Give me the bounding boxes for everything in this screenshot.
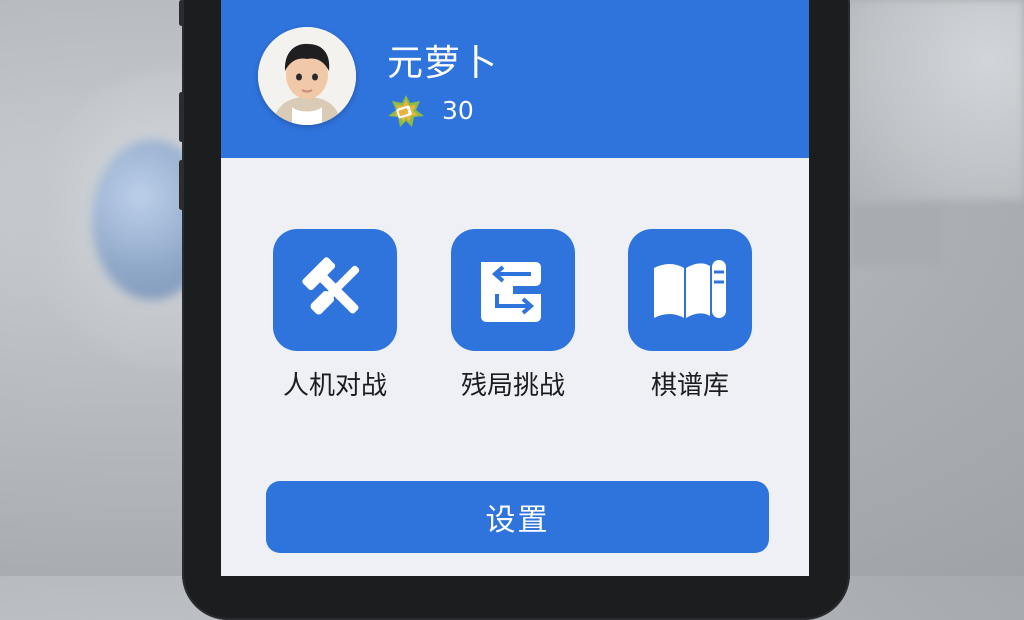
phone-side-button [179, 0, 184, 26]
avatar[interactable] [258, 27, 356, 125]
app-screen: 元萝卜 30 人机对战 残局挑战 棋谱库 设置 [221, 0, 809, 576]
child-avatar-icon [258, 27, 356, 125]
crossed-tools-icon [302, 257, 360, 315]
human-vs-ai-button[interactable] [273, 229, 397, 351]
phone-volume-down-button [179, 160, 184, 210]
profile-header: 元萝卜 30 [221, 0, 809, 158]
feature-label: 人机对战 [282, 371, 387, 401]
feature-label: 棋谱库 [650, 371, 729, 401]
background-blur-rect [850, 205, 942, 265]
settings-button[interactable]: 设置 [266, 481, 769, 553]
swap-arrows-icon [481, 262, 541, 322]
book-scroll-icon [654, 260, 726, 318]
phone-volume-up-button [179, 92, 184, 142]
feature-human-vs-ai[interactable]: 人机对战 [273, 229, 397, 402]
feature-label: 残局挑战 [460, 371, 565, 401]
game-records-button[interactable] [628, 229, 752, 351]
feature-endgame-challenge[interactable]: 残局挑战 [451, 229, 575, 402]
level-badge-icon [387, 94, 425, 128]
background-blur-right [844, 0, 1024, 200]
endgame-challenge-button[interactable] [451, 229, 575, 351]
score-value: 30 [442, 96, 474, 125]
username: 元萝卜 [387, 43, 499, 84]
feature-game-records[interactable]: 棋谱库 [628, 229, 752, 402]
